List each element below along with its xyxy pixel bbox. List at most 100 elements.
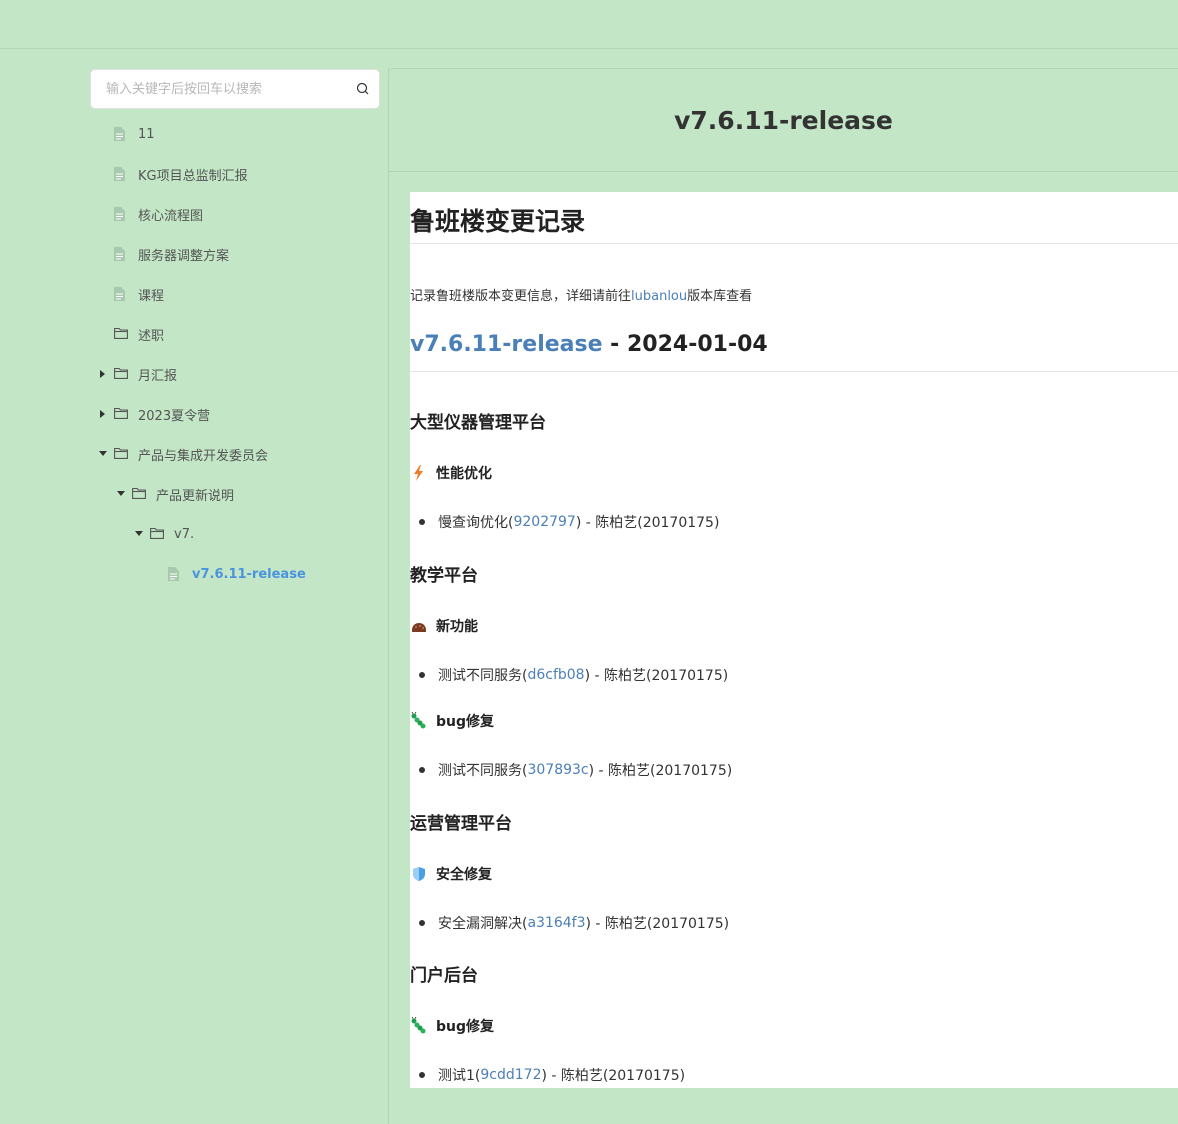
commit-link[interactable]: 9202797 xyxy=(513,514,575,530)
folder-icon xyxy=(114,367,128,381)
sidebar-item-label: v7.6.11-release xyxy=(192,566,306,582)
sidebar-item-label: 服务器调整方案 xyxy=(138,248,230,264)
item-text: 安全漏洞解决( xyxy=(438,916,528,932)
commit-link[interactable]: 9cdd172 xyxy=(480,1067,541,1083)
group-title: 新功能 xyxy=(410,616,478,636)
caret-down-icon[interactable] xyxy=(116,489,126,499)
sidebar-item-v7[interactable]: v7. xyxy=(134,514,194,554)
sidebar-item-report-duty[interactable]: 述职 xyxy=(114,314,164,354)
folder-open-icon xyxy=(114,447,128,461)
intro-paragraph: 记录鲁班楼版本变更信息，详细请前往lubanlou版本库查看 xyxy=(410,285,752,304)
divider xyxy=(410,243,1178,244)
version-date: - 2024-01-04 xyxy=(602,332,768,357)
search-input[interactable] xyxy=(91,70,351,108)
section-title: 教学平台 xyxy=(410,566,478,586)
document-icon xyxy=(114,167,128,181)
sidebar-item-label: 述职 xyxy=(138,328,165,344)
bug-icon xyxy=(410,1017,428,1035)
sidebar-item-label: 产品更新说明 xyxy=(156,488,235,504)
item-author: ) - 陈柏艺(20170175) xyxy=(584,668,729,684)
item-text: 测试不同服务( xyxy=(438,668,528,684)
group-title: bug修复 xyxy=(410,1016,494,1036)
sidebar-item-label: 2023夏令营 xyxy=(138,408,211,424)
item-text: 测试不同服务( xyxy=(438,763,528,779)
sidebar-item-summer-camp[interactable]: 2023夏令营 xyxy=(98,394,210,434)
group-title-text: 新功能 xyxy=(436,619,478,635)
sidebar-item-v7-6-11-release[interactable]: v7.6.11-release xyxy=(168,554,306,594)
item-author: ) - 陈柏艺(20170175) xyxy=(575,515,720,531)
version-link[interactable]: v7.6.11-release xyxy=(410,332,603,357)
group-title-text: 安全修复 xyxy=(436,867,492,883)
folder-icon xyxy=(114,327,128,341)
sidebar-item-monthly-report[interactable]: 月汇报 xyxy=(98,354,177,394)
group-title-text: bug修复 xyxy=(436,1019,495,1035)
bullet xyxy=(419,767,425,773)
sidebar-item-server-plan[interactable]: 服务器调整方案 xyxy=(114,234,229,274)
sparkle-icon xyxy=(410,617,428,635)
item-text: 测试1( xyxy=(438,1068,481,1084)
document-icon xyxy=(114,247,128,261)
item-author: ) - 陈柏艺(20170175) xyxy=(588,763,733,779)
main-header: v7.6.11-release xyxy=(389,68,1178,172)
group-title: 安全修复 xyxy=(410,864,492,884)
bug-icon xyxy=(410,712,428,730)
section-title: 运营管理平台 xyxy=(410,814,512,834)
section-title: 大型仪器管理平台 xyxy=(410,413,546,433)
commit-link[interactable]: a3164f3 xyxy=(527,915,585,931)
sidebar-item-label: KG项目总监制汇报 xyxy=(138,168,248,184)
item-text: 慢查询优化( xyxy=(438,515,514,531)
intro-text: 版本库查看 xyxy=(687,289,753,304)
list-item: 测试不同服务(d6cfb08) - 陈柏艺(20170175) xyxy=(410,665,728,685)
bullet xyxy=(419,920,425,926)
sidebar-item-label: v7. xyxy=(174,526,195,542)
caret-right-icon[interactable] xyxy=(98,369,108,379)
sidebar-item-label: 11 xyxy=(138,126,155,142)
sidebar-item-11[interactable]: 11 xyxy=(114,114,155,154)
lubanlou-link[interactable]: lubanlou xyxy=(631,289,687,304)
sidebar-item-label: 核心流程图 xyxy=(138,208,204,224)
shield-icon xyxy=(410,865,428,883)
list-item: 测试不同服务(307893c) - 陈柏艺(20170175) xyxy=(410,760,732,780)
folder-open-icon xyxy=(150,527,164,541)
commit-link[interactable]: 307893c xyxy=(527,762,588,778)
sidebar-item-product-committee[interactable]: 产品与集成开发委员会 xyxy=(98,434,268,474)
intro-text: 记录鲁班楼版本变更信息，详细请前往 xyxy=(410,289,632,304)
sidebar-divider xyxy=(388,68,389,1124)
caret-down-icon[interactable] xyxy=(134,529,144,539)
caret-down-icon[interactable] xyxy=(98,449,108,459)
caret-right-icon[interactable] xyxy=(98,409,108,419)
folder-icon xyxy=(114,407,128,421)
bullet xyxy=(419,1072,425,1078)
sidebar xyxy=(90,69,380,109)
folder-open-icon xyxy=(132,487,146,501)
group-title-text: 性能优化 xyxy=(436,466,492,482)
sidebar-item-label: 课程 xyxy=(138,288,165,304)
section-title: 门户后台 xyxy=(410,966,478,986)
divider xyxy=(410,371,1178,372)
document-icon xyxy=(114,287,128,301)
list-item: 安全漏洞解决(a3164f3) - 陈柏艺(20170175) xyxy=(410,913,729,933)
list-item: 测试1(9cdd172) - 陈柏艺(20170175) xyxy=(410,1065,685,1085)
sidebar-item-kg-report[interactable]: KG项目总监制汇报 xyxy=(114,154,248,194)
sidebar-item-course[interactable]: 课程 xyxy=(114,274,164,314)
doc-heading: 鲁班楼变更记录 xyxy=(410,207,586,236)
bullet xyxy=(419,672,425,678)
page-title: v7.6.11-release xyxy=(674,105,893,135)
commit-link[interactable]: d6cfb08 xyxy=(527,667,584,683)
document-icon xyxy=(168,567,182,581)
group-title: bug修复 xyxy=(410,711,494,731)
bullet xyxy=(419,519,425,525)
sidebar-item-core-flowchart[interactable]: 核心流程图 xyxy=(114,194,203,234)
sidebar-item-label: 月汇报 xyxy=(138,368,178,384)
sidebar-item-label: 产品与集成开发委员会 xyxy=(138,448,269,464)
search-icon[interactable] xyxy=(356,81,370,95)
sidebar-item-product-updates[interactable]: 产品更新说明 xyxy=(116,474,234,514)
group-title-text: bug修复 xyxy=(436,714,495,730)
version-heading: v7.6.11-release - 2024-01-04 xyxy=(410,332,768,357)
item-author: ) - 陈柏艺(20170175) xyxy=(585,916,730,932)
document-content: 鲁班楼变更记录 记录鲁班楼版本变更信息，详细请前往lubanlou版本库查看 v… xyxy=(410,192,1178,1088)
document-icon xyxy=(114,127,128,141)
item-author: ) - 陈柏艺(20170175) xyxy=(541,1068,686,1084)
list-item: 慢查询优化(9202797) - 陈柏艺(20170175) xyxy=(410,512,719,532)
lightning-icon xyxy=(410,464,428,482)
